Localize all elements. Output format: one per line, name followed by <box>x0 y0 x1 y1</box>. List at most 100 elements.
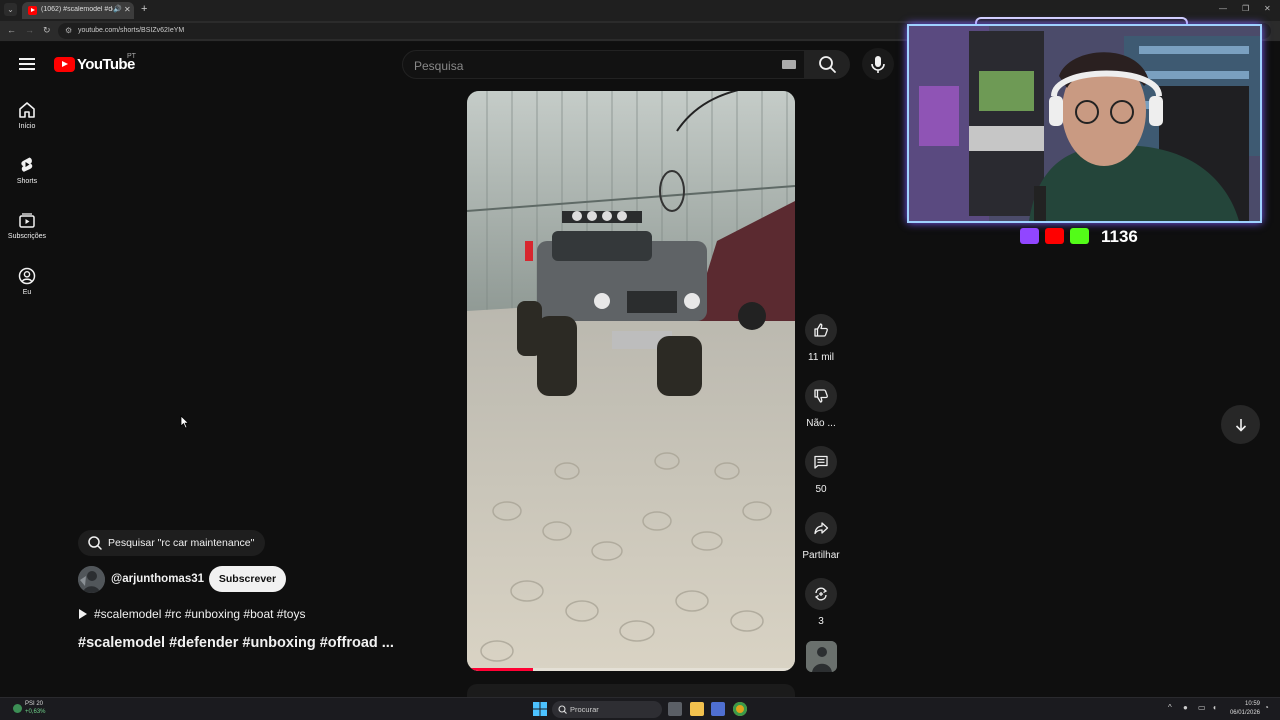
remix-count: 3 <box>818 616 824 627</box>
reload-button[interactable]: ↻ <box>43 25 51 36</box>
microphone-icon <box>871 56 885 73</box>
youtube-play-icon <box>54 57 75 72</box>
mouse-cursor-icon <box>180 415 190 429</box>
like-count: 11 mil <box>808 352 834 363</box>
search-suggestion-text: Pesquisar "rc car maintenance" <box>108 537 255 549</box>
speaker-icon[interactable]: 🔊 <box>113 5 122 13</box>
video-title[interactable]: #scalemodel #defender #unboxing #offroad… <box>78 635 394 651</box>
tray-app-icon[interactable]: ● <box>1183 703 1188 712</box>
clock-date: 06/01/2026 <box>1229 710 1260 716</box>
sidebar-item-subscriptions[interactable]: Subscrições <box>0 211 54 240</box>
chrome-icon[interactable] <box>733 702 747 716</box>
share-action[interactable]: Partilhar <box>801 512 841 561</box>
account-icon <box>18 267 36 285</box>
windows-taskbar: PSI 20 +0,63% Procurar ^ ● ▭ ◖ 10:59 06/… <box>0 697 1280 720</box>
comment-icon <box>814 455 828 469</box>
sidebar-item-label: Subscrições <box>7 233 47 240</box>
kick-icon <box>1070 228 1089 244</box>
arrow-down-icon <box>1235 418 1246 432</box>
stock-name: PSI 20 <box>25 701 44 707</box>
subscribe-button[interactable]: Subscrever <box>209 566 286 592</box>
comments-action[interactable]: 50 <box>801 446 841 495</box>
stock-widget[interactable]: PSI 20 +0,63% <box>13 701 53 718</box>
share-icon <box>814 522 829 535</box>
share-label: Partilhar <box>802 550 840 561</box>
volume-icon[interactable]: ◖ <box>1212 703 1217 712</box>
taskbar-search-input[interactable]: Procurar <box>552 701 662 718</box>
playlist-link[interactable]: #scalemodel #rc #unboxing #boat #toys <box>79 607 305 621</box>
chevron-up-icon[interactable]: ^ <box>1168 703 1172 712</box>
sound-thumbnail-image <box>806 641 837 672</box>
forward-button[interactable]: → <box>25 25 34 35</box>
logo-country: PT <box>127 53 136 60</box>
channel-avatar[interactable] <box>78 566 105 593</box>
new-tab-button[interactable]: + <box>141 3 147 15</box>
shorts-icon <box>21 157 33 172</box>
site-info-icon[interactable]: ⚙ <box>65 26 72 35</box>
file-explorer-icon[interactable] <box>690 702 704 716</box>
remix-action[interactable]: 3 <box>801 578 841 627</box>
tab-close-icon[interactable]: ✕ <box>124 5 131 14</box>
close-window-button[interactable]: ✕ <box>1264 4 1271 13</box>
youtube-logo[interactable]: YouTube PT <box>54 53 144 75</box>
video-progress-fill <box>467 668 533 671</box>
search-icon <box>558 705 567 714</box>
search-icon <box>88 536 102 550</box>
notifications-icon[interactable]: ◔ <box>1264 703 1269 712</box>
stock-change: +0,63% <box>25 709 46 715</box>
youtube-favicon-icon <box>28 6 37 15</box>
search-suggestion-chip[interactable]: Pesquisar "rc car maintenance" <box>78 530 265 556</box>
windows-logo-icon <box>533 702 547 716</box>
start-button[interactable] <box>533 702 547 716</box>
keyboard-icon[interactable] <box>782 60 796 69</box>
sidebar-item-home[interactable]: Início <box>0 101 54 130</box>
menu-icon[interactable] <box>19 57 35 71</box>
like-button[interactable] <box>805 314 837 346</box>
chart-up-icon <box>13 704 22 713</box>
comment-count: 50 <box>815 484 827 495</box>
sidebar-item-you[interactable]: Eu <box>0 267 54 296</box>
minimize-button[interactable]: — <box>1219 4 1227 13</box>
share-button[interactable] <box>805 512 837 544</box>
youtube-icon <box>1045 228 1064 244</box>
sound-thumbnail[interactable] <box>806 641 837 672</box>
channel-name[interactable]: @arjunthomas31 <box>111 573 204 585</box>
task-view-icon[interactable] <box>668 702 682 716</box>
like-action[interactable]: 11 mil <box>801 314 841 363</box>
taskbar-search-placeholder: Procurar <box>570 705 599 714</box>
video-progress-bar[interactable] <box>467 668 795 671</box>
dislike-button[interactable] <box>805 380 837 412</box>
thumbs-up-icon <box>814 323 828 337</box>
home-icon <box>19 102 35 118</box>
url-text: youtube.com/shorts/BSIZv62IeYM <box>78 27 185 34</box>
next-short-button[interactable] <box>1221 405 1260 444</box>
taskbar-clock[interactable]: 10:59 06/01/2026 <box>1226 700 1260 718</box>
search-input[interactable]: Pesquisa <box>402 50 805 79</box>
avatar <box>78 566 105 593</box>
tab-search-button[interactable]: ⌄ <box>4 3 17 16</box>
comments-button[interactable] <box>805 446 837 478</box>
tab-title: (1062) #scalemodel #defender <box>41 6 113 13</box>
browser-tab-active[interactable]: (1062) #scalemodel #defender 🔊 ✕ <box>22 2 134 19</box>
sidebar-item-label: Início <box>18 123 36 130</box>
playlist-tags: #scalemodel #rc #unboxing #boat #toys <box>94 607 306 621</box>
play-icon <box>79 609 87 619</box>
dislike-action[interactable]: Não ... <box>801 380 841 429</box>
subscriptions-icon <box>19 213 35 228</box>
thumbs-down-icon <box>814 389 828 403</box>
clock-time: 10:59 <box>1244 701 1260 707</box>
short-video-player[interactable] <box>467 91 795 671</box>
viewer-count: 1136 <box>1101 227 1138 246</box>
network-icon[interactable]: ▭ <box>1198 703 1206 712</box>
back-button[interactable]: ← <box>7 25 16 35</box>
sidebar-item-label: Shorts <box>16 178 38 185</box>
remix-button[interactable] <box>805 578 837 610</box>
search-button[interactable] <box>805 50 850 79</box>
sidebar-item-shorts[interactable]: Shorts <box>0 156 54 185</box>
store-icon[interactable] <box>711 702 725 716</box>
voice-search-button[interactable] <box>862 48 894 80</box>
search-icon <box>819 56 836 73</box>
maximize-button[interactable]: ❐ <box>1242 4 1249 13</box>
webcam-overlay <box>907 24 1262 223</box>
next-short-preview[interactable] <box>467 684 795 698</box>
